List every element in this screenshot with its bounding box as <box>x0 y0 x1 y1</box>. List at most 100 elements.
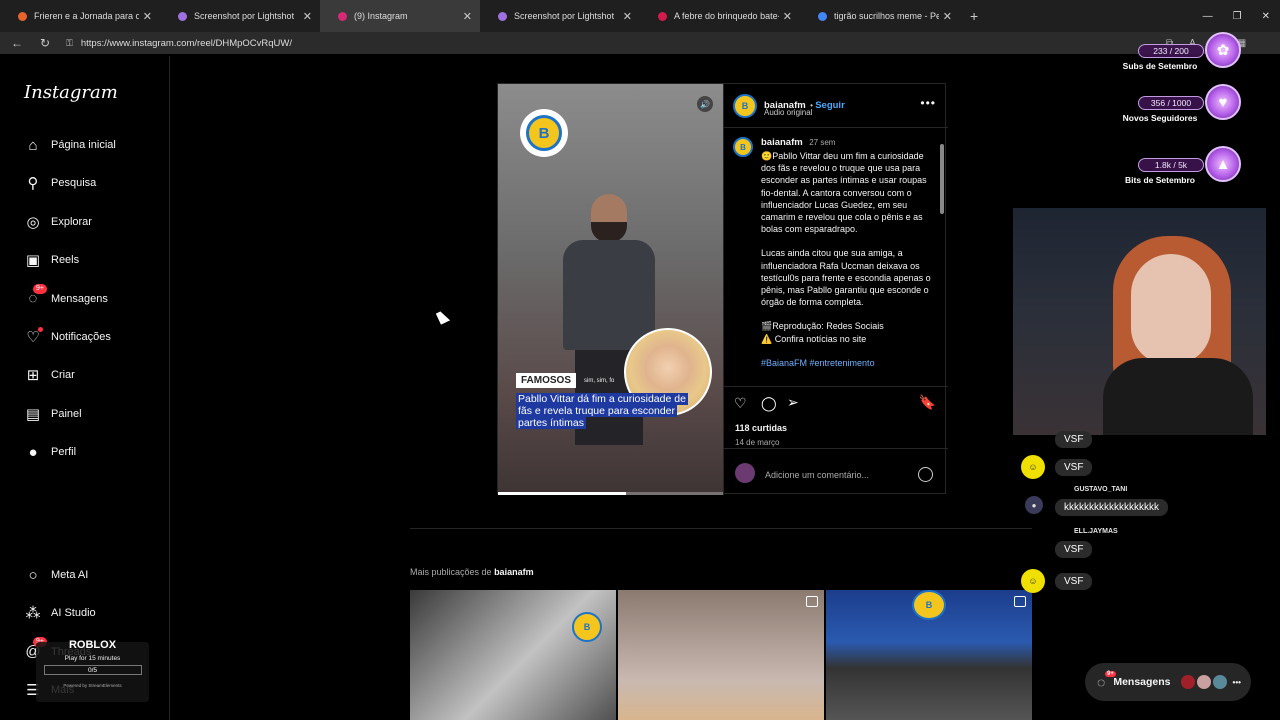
goal-label: Novos Seguidores <box>1122 113 1198 123</box>
thumbnail-logo: B <box>572 612 602 642</box>
goal-label: Subs de Setembro <box>1122 61 1198 71</box>
sidebar-item-label: Página inicial <box>51 139 116 151</box>
sidebar-item-label: Mensagens <box>51 292 108 305</box>
compass-icon: ◎ <box>26 213 40 231</box>
browser-tab[interactable]: (9) Instagram ✕ <box>320 0 480 32</box>
caption-scrollbar[interactable] <box>939 130 945 384</box>
post-details-panel: B baianafm • Seguir Áudio original ••• B… <box>723 84 948 495</box>
browser-tab[interactable]: Screenshot por Lightshot ✕ <box>480 0 640 32</box>
meta-ai-icon: ○ <box>28 566 38 584</box>
sidebar-item-painel[interactable]: ▤ Painel <box>24 405 82 423</box>
dashboard-icon: ▤ <box>25 405 41 423</box>
chat-username: GUSTAVO_TANI <box>1074 486 1128 493</box>
likes-count[interactable]: 118 curtidas <box>735 423 787 433</box>
video-progress[interactable] <box>498 492 723 495</box>
site-info-icon[interactable]: ⚿ <box>66 38 73 49</box>
hashtags[interactable]: #BaianaFM #entretenimento <box>761 357 933 369</box>
tab-close-icon[interactable]: ✕ <box>623 10 632 23</box>
tab-close-icon[interactable]: ✕ <box>303 10 312 23</box>
messenger-icon: ◌ <box>1097 674 1106 690</box>
instagram-logo[interactable]: Instagram <box>24 82 118 103</box>
message-avatars <box>1180 675 1227 689</box>
browser-tab[interactable]: Frieren e a Jornada para o Além✕ <box>0 0 160 32</box>
browser-tabbar: Frieren e a Jornada para o Além✕Screensh… <box>0 0 1280 32</box>
chat-avatar-icon: ☺ <box>1021 455 1045 479</box>
like-icon[interactable]: ♡ <box>734 395 747 412</box>
url-field[interactable]: ⚿ https://www.instagram.com/reel/DHMpOCv… <box>66 35 1146 51</box>
sidebar-item-ai-studio[interactable]: ⁂ AI Studio <box>24 604 96 622</box>
back-icon[interactable]: ← <box>6 36 28 50</box>
chat-bubble: VSF <box>1055 459 1093 476</box>
goal-progress: 356 / 1000 <box>1138 96 1204 110</box>
sidebar-item-mensagens[interactable]: ◌ 9+ Mensagens <box>24 283 108 308</box>
reels-icon: ▣ <box>25 252 41 270</box>
caption-username[interactable]: baianafm <box>761 137 803 148</box>
sidebar-item-reels[interactable]: ▣ Reels <box>24 251 79 269</box>
webcam-overlay <box>1013 208 1266 435</box>
comment-icon[interactable]: ◯ <box>761 395 777 412</box>
section-divider <box>410 528 1032 529</box>
sidebar-item-pesquisa[interactable]: ⚲ Pesquisa <box>24 174 97 193</box>
chat-bubble: VSF <box>1055 431 1093 448</box>
tab-close-icon[interactable]: ✕ <box>943 10 952 23</box>
sidebar-item-p-gina-inicial[interactable]: ⌂ Página inicial <box>24 136 116 154</box>
tab-favicon-icon <box>658 11 667 21</box>
sidebar-item-label: Pesquisa <box>51 177 97 190</box>
sidebar-item-notifica-es[interactable]: ♡ Notificações <box>24 327 111 346</box>
audio-label[interactable]: Áudio original <box>764 108 812 117</box>
follow-button[interactable]: Seguir <box>815 100 845 111</box>
video-tag-small: sim, sim, fo <box>584 378 615 384</box>
browser-tab[interactable]: A febre do brinquedo bate-bate✕ <box>640 0 800 32</box>
notification-dot <box>38 327 43 332</box>
more-options-icon[interactable]: ••• <box>920 96 936 110</box>
sidebar-item-explorar[interactable]: ◎ Explorar <box>24 213 92 231</box>
avatar-icon: ● <box>28 443 38 461</box>
goal-orb-icon: ✿ <box>1205 32 1241 68</box>
window-controls: — ❐ ✕ <box>1203 0 1270 32</box>
chat-bubble: VSF <box>1055 573 1093 590</box>
post-actions: ♡ ◯ ➢ 🔖 118 curtidas 14 de março <box>724 386 948 448</box>
emoji-icon[interactable] <box>918 467 933 482</box>
reload-icon[interactable]: ↻ <box>34 36 56 50</box>
messages-button[interactable]: ◌ 9+ Mensagens ••• <box>1085 663 1251 701</box>
caption-avatar[interactable]: B <box>733 137 753 157</box>
grid-thumbnail[interactable]: B <box>826 590 1032 720</box>
grid-thumbnail[interactable]: B <box>410 590 616 720</box>
reel-post: B 🔊 FAMOSOS sim, sim, fo Pabllo Vittar d… <box>497 83 948 495</box>
post-date: 14 de março <box>735 438 780 447</box>
goal-orb-icon: ▲ <box>1205 146 1241 182</box>
browser-tab[interactable]: tigrão sucrilhos meme - Pesquisa✕ <box>800 0 960 32</box>
tab-favicon-icon <box>18 11 27 21</box>
sidebar-item-label: Criar <box>51 369 75 382</box>
minimize-icon[interactable]: — <box>1203 11 1213 22</box>
tab-favicon-icon <box>498 11 507 21</box>
new-tab-icon[interactable]: + <box>970 8 978 24</box>
instagram-sidebar: Instagram ⌂ Página inicial ⚲ Pesquisa ◎ Explo… <box>8 56 170 720</box>
reel-video[interactable]: B 🔊 FAMOSOS sim, sim, fo Pabllo Vittar d… <box>498 84 723 495</box>
volume-icon[interactable]: 🔊 <box>697 96 713 112</box>
messages-badge: 9+ <box>1105 671 1116 677</box>
more-icon[interactable]: ••• <box>1233 678 1241 687</box>
tab-close-icon[interactable]: ✕ <box>783 10 792 23</box>
mouse-cursor-icon <box>435 309 451 325</box>
address-bar: ← ↻ ⚿ https://www.instagram.com/reel/DHM… <box>0 32 1280 54</box>
sidebar-item-meta-ai[interactable]: ○ Meta AI <box>24 566 88 584</box>
screen: Frieren e a Jornada para o Além✕Screensh… <box>0 0 1280 720</box>
tab-close-icon[interactable]: ✕ <box>463 10 472 23</box>
tab-close-icon[interactable]: ✕ <box>143 10 152 23</box>
save-icon[interactable]: 🔖 <box>919 394 936 411</box>
maximize-icon[interactable]: ❐ <box>1233 11 1242 22</box>
grid-thumbnail[interactable] <box>618 590 824 720</box>
comment-box: Adicione um comentário... <box>724 448 948 495</box>
author-avatar[interactable]: B <box>733 94 757 118</box>
baiana-fm-logo: B <box>520 109 568 157</box>
share-icon[interactable]: ➢ <box>787 394 799 411</box>
sidebar-item-perfil[interactable]: ● Perfil <box>24 443 76 461</box>
goal-progress: 233 / 200 <box>1138 44 1204 58</box>
tab-favicon-icon <box>338 11 347 21</box>
search-icon: ⚲ <box>27 175 39 193</box>
browser-tab[interactable]: Screenshot por Lightshot ✕ <box>160 0 320 32</box>
sidebar-item-criar[interactable]: ⊞ Criar <box>24 366 75 384</box>
comment-input[interactable]: Adicione um comentário... <box>765 470 869 480</box>
close-window-icon[interactable]: ✕ <box>1262 11 1270 22</box>
